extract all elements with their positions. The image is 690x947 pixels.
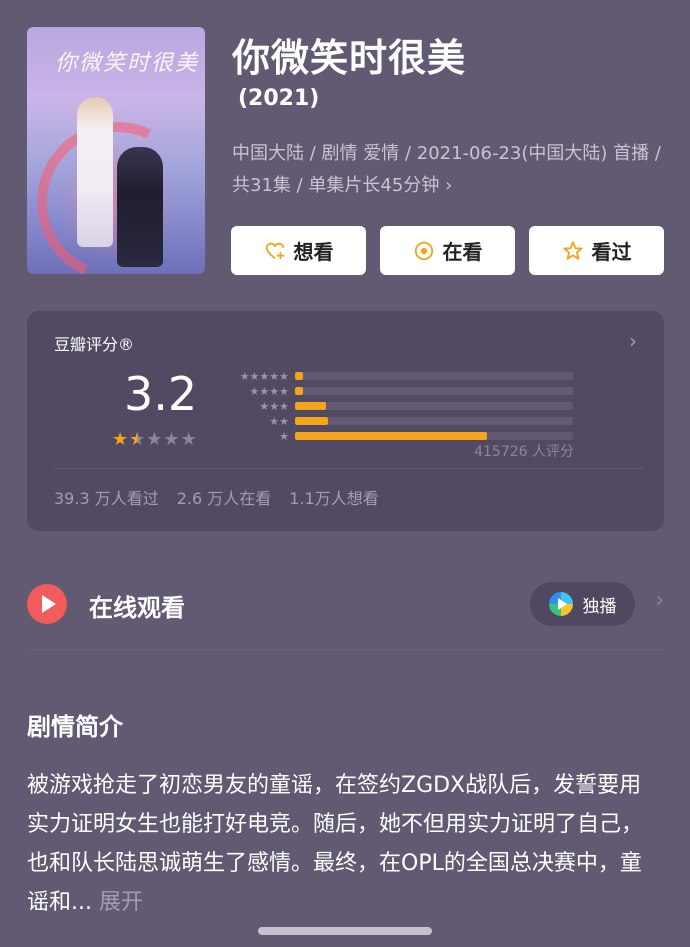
rating-distribution-row: ★★ — [227, 414, 573, 428]
heart-plus-icon — [265, 242, 284, 259]
star-level-4-icon: ★★★★ — [249, 384, 289, 398]
release-year: (2021) — [238, 86, 320, 111]
star-level-2-icon: ★★ — [269, 414, 289, 428]
poster-figure-male — [117, 147, 163, 267]
rating-card[interactable]: 豆瓣评分® › 3.2 ★★★★★ ★★★★★ ★★★★ ★★★ ★★ ★ 41… — [27, 311, 664, 531]
platform-label: 独播 — [582, 596, 617, 617]
online-watch-title: 在线观看 — [89, 594, 185, 622]
star-empty-icon: ★ — [163, 429, 181, 450]
divider — [54, 468, 644, 469]
expand-link[interactable]: 展开 — [99, 890, 143, 915]
rating-bar-fill — [295, 417, 329, 425]
star-full-icon: ★ — [112, 429, 130, 450]
video-platform-logo-icon — [548, 592, 573, 616]
poster-figure-female — [77, 97, 113, 247]
watched-label: 看过 — [591, 240, 632, 264]
watched-button[interactable]: 看过 — [529, 226, 664, 275]
star-level-5-icon: ★★★★★ — [239, 369, 289, 383]
home-indicator[interactable] — [258, 927, 432, 935]
rating-bar-track — [295, 402, 573, 410]
chevron-right-icon: › — [445, 175, 453, 196]
platform-button[interactable]: 独播 — [530, 582, 635, 626]
rating-bar-track — [295, 417, 573, 425]
rating-distribution-row: ★★★★★ — [227, 369, 573, 383]
want-to-watch-button[interactable]: 想看 — [231, 226, 366, 275]
want-count: 1.1万人想看 — [289, 489, 379, 508]
rating-score: 3.2 — [124, 367, 198, 421]
divider — [27, 649, 663, 650]
star-half-icon: ★ — [129, 429, 147, 450]
synopsis-title: 剧情简介 — [27, 713, 123, 741]
rating-stats: 39.3 万人看过 2.6 万人在看 1.1万人想看 — [54, 485, 379, 509]
rating-bar-fill — [295, 372, 304, 380]
rating-distribution-row: ★★★ — [227, 399, 573, 413]
watching-button[interactable]: 在看 — [380, 226, 515, 275]
chevron-right-icon: › — [655, 588, 664, 613]
page-title: 你微笑时很美 — [232, 36, 467, 80]
play-circle-icon — [27, 584, 67, 624]
watched-count: 39.3 万人看过 — [54, 489, 159, 508]
target-icon — [414, 241, 433, 260]
online-watch-row[interactable]: 在线观看 独播 › — [27, 582, 664, 626]
rating-bar-fill — [295, 387, 304, 395]
star-empty-icon: ★ — [146, 429, 164, 450]
want-to-watch-label: 想看 — [293, 240, 334, 264]
star-level-1-icon: ★ — [279, 429, 289, 443]
rating-bar-fill — [295, 402, 326, 410]
star-empty-icon: ★ — [180, 429, 198, 450]
watching-count: 2.6 万人在看 — [176, 489, 272, 508]
rating-bar-track — [295, 432, 573, 440]
star-level-3-icon: ★★★ — [259, 399, 289, 413]
movie-meta[interactable]: 中国大陆 / 剧情 爱情 / 2021-06-23(中国大陆) 首播 / 共31… — [232, 138, 672, 202]
rating-distribution-row: ★★★★ — [227, 384, 573, 398]
chevron-right-icon: › — [629, 329, 637, 353]
rating-bar-track — [295, 387, 573, 395]
synopsis-text: 被游戏抢走了初恋男友的童谣，在签约ZGDX战队后，发誓要用实力证明女生也能打好电… — [27, 766, 657, 922]
rating-count: 415726 人评分 — [474, 444, 574, 460]
rating-stars: ★★★★★ — [112, 429, 198, 450]
rating-bar-track — [295, 372, 573, 380]
poster-title-text: 你微笑时很美 — [55, 51, 200, 76]
poster-image[interactable]: 你微笑时很美 — [27, 27, 205, 274]
rating-bar-fill — [295, 432, 487, 440]
watching-label: 在看 — [442, 240, 483, 264]
star-outline-icon — [562, 240, 583, 260]
rating-section-title: 豆瓣评分® — [54, 335, 135, 354]
